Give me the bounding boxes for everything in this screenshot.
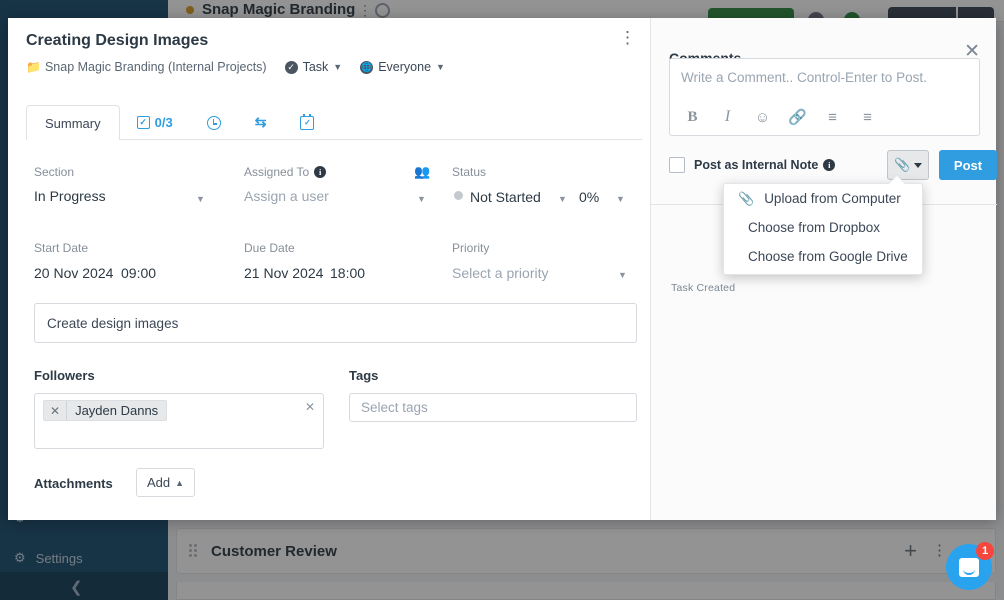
breadcrumb-task-type-label: Task [302,60,329,74]
chat-bubble-icon [959,557,979,577]
tags-placeholder: Select tags [361,400,428,415]
chat-launcher-button[interactable]: 1 [946,542,994,590]
chevron-down-icon: ▼ [333,62,343,72]
add-attachment-label: Add [146,475,171,490]
page-title: Creating Design Images [26,32,209,49]
tab-schedule[interactable]: ✓ [283,105,331,139]
task-menu-kebab-icon[interactable]: ⋮ [619,29,636,46]
post-comment-button[interactable]: Post [939,150,997,180]
comment-input-placeholder: Write a Comment.. Control-Enter to Post. [681,70,927,85]
status-chevron-down-icon[interactable]: ▼ [558,194,567,204]
comment-editor[interactable]: Write a Comment.. Control-Enter to Post.… [669,58,980,136]
tab-time-tracking[interactable] [190,105,238,139]
folder-icon: 📁 [26,60,41,74]
menu-item-label: Upload from Computer [764,191,901,206]
breadcrumb-visibility-label: Everyone [378,60,432,74]
dropdown-arrow [889,176,905,184]
description-value: Create design images [47,315,179,331]
followers-label: Followers [34,368,95,383]
screen: Snap Magic Branding ⋮ Customer Review + … [0,0,1004,600]
internal-note-checkbox[interactable] [669,157,685,173]
status-field-value[interactable]: Not Started [470,189,541,205]
tags-field[interactable]: Select tags [349,393,637,422]
chevron-down-icon: ▼ [436,62,445,72]
tags-label: Tags [349,368,379,383]
priority-label: Priority [452,241,490,255]
tab-summary-label: Summary [45,115,101,131]
menu-item-label: Choose from Google Drive [748,249,908,264]
start-date-label: Start Date [34,241,89,255]
chat-unread-badge: 1 [976,542,994,560]
internal-note-label: Post as Internal Note i [694,158,836,172]
add-attachment-button[interactable]: Add ▲ [136,468,195,497]
chevron-up-icon: ▲ [175,477,185,488]
tab-summary[interactable]: Summary [26,105,120,140]
ordered-list-icon[interactable]: ≡ [818,106,847,128]
calendar-icon: ✓ [300,113,315,130]
priority-value[interactable]: Select a priority [452,265,548,281]
status-color-dot [454,191,463,200]
menu-item-upload-from-computer[interactable]: 📎 Upload from Computer [724,184,922,213]
section-field-chevron-down-icon[interactable]: ▼ [196,194,205,204]
clear-followers-icon[interactable]: ✕ [305,400,315,414]
attachments-label: Attachments [34,476,113,491]
check-circle-icon: ✓ [284,60,298,74]
remove-follower-icon[interactable]: ✕ [44,401,68,420]
checkbox-icon: ✓ [136,116,150,129]
menu-item-choose-from-dropbox[interactable]: Choose from Dropbox [724,213,922,242]
breadcrumb-project-label: Snap Magic Branding (Internal Projects) [44,60,267,74]
paperclip-icon: 📎 [738,190,755,206]
menu-item-choose-from-google-drive[interactable]: Choose from Google Drive [724,242,922,271]
task-created-label: Task Created [671,282,736,294]
section-field-value[interactable]: In Progress [34,188,106,204]
start-date-value[interactable]: 20 Nov 2024 [34,265,113,281]
info-icon[interactable]: i [314,166,327,178]
percent-chevron-down-icon[interactable]: ▼ [616,194,625,204]
followers-field[interactable]: ✕ Jayden Danns ✕ [34,393,324,449]
people-icon[interactable]: 👥 [414,164,430,180]
italic-icon[interactable]: I [713,106,742,128]
breadcrumb-project[interactable]: 📁 Snap Magic Branding (Internal Projects… [26,60,267,74]
due-date-label: Due Date [244,241,295,255]
assigned-to-field-value[interactable]: Assign a user [244,188,329,204]
repeat-icon: ⇆ [254,114,267,130]
attachment-source-menu: 📎 Upload from Computer Choose from Dropb… [723,183,923,275]
assigned-to-label-text: Assigned To [244,165,310,179]
menu-item-label: Choose from Dropbox [748,220,881,235]
clock-icon [206,115,221,130]
bold-icon[interactable]: B [678,106,707,128]
section-field-label: Section [34,165,75,179]
assigned-to-field-label: Assigned To i [244,165,327,179]
info-icon[interactable]: i [823,159,836,171]
start-time-value[interactable]: 09:00 [121,265,156,281]
breadcrumb-task-type[interactable]: ✓ Task ▼ [284,60,343,74]
comment-toolbar: B I ☺ 🔗 ≡ ≡ [678,106,882,128]
breadcrumb-visibility[interactable]: 🌐 Everyone ▼ [360,60,445,74]
status-field-label: Status [452,165,487,179]
follower-name: Jayden Danns [75,403,159,418]
link-icon[interactable]: 🔗 [783,106,812,128]
tab-subtasks[interactable]: ✓ 0/3 [120,105,190,139]
task-tabs: Summary ✓ 0/3 ⇆ ✓ [26,104,642,140]
paperclip-icon: 📎 [894,157,911,172]
emoji-icon[interactable]: ☺ [748,106,777,128]
priority-chevron-down-icon[interactable]: ▼ [618,270,627,280]
post-button-label: Post [953,157,983,173]
tab-subtasks-label: 0/3 [154,115,173,130]
internal-note-label-text: Post as Internal Note [694,158,819,172]
due-date-value[interactable]: 21 Nov 2024 [244,265,323,281]
comment-actions-row: Post as Internal Note i 📎 Post [669,150,997,180]
follower-chip[interactable]: ✕ Jayden Danns [43,400,168,421]
globe-icon: 🌐 [360,60,374,74]
breadcrumb: 📁 Snap Magic Branding (Internal Projects… [26,60,445,74]
task-details-pane: Creating Design Images ⋮ 📁 Snap Magic Br… [8,18,650,520]
tab-recurring[interactable]: ⇆ [238,105,284,139]
assigned-to-chevron-down-icon[interactable]: ▼ [417,194,426,204]
description-field[interactable]: Create design images [34,303,637,343]
status-percent-value[interactable]: 0% [579,189,599,205]
caret-down-icon [913,162,922,168]
due-time-value[interactable]: 18:00 [330,265,365,281]
unordered-list-icon[interactable]: ≡ [853,106,882,128]
